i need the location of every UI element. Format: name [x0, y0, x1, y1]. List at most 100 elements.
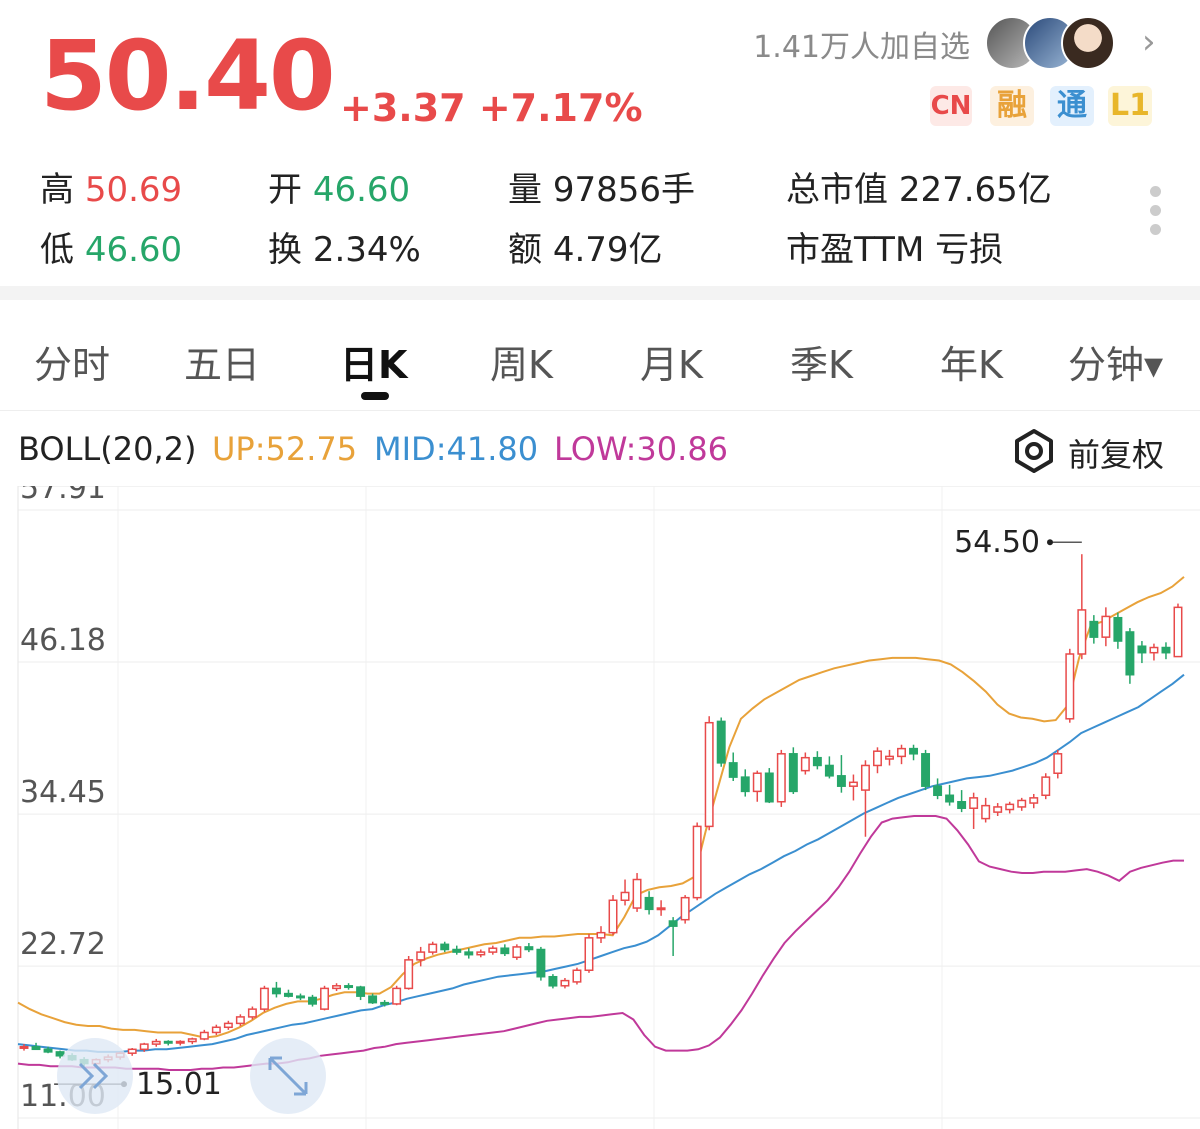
stat-volume-label: 量 [508, 170, 542, 210]
candle-body [776, 753, 786, 803]
candle-body [452, 948, 462, 953]
candle-body [175, 1040, 185, 1044]
candle-body [1017, 799, 1027, 808]
y-tick-label: 57.91 [20, 486, 106, 506]
candle-body [584, 937, 594, 971]
candle-body [139, 1043, 149, 1051]
candle-body [199, 1031, 209, 1040]
candle-body [392, 987, 402, 1005]
max-price-label: 54.50 [954, 525, 1040, 560]
candle-body [428, 943, 438, 953]
tab-minute[interactable]: 分钟▾ [1068, 334, 1163, 389]
candle-body [1005, 803, 1015, 811]
candle-body [151, 1040, 161, 1045]
scroll-left-button[interactable] [57, 1038, 133, 1114]
section-divider [0, 286, 1200, 300]
change-amount: +3.37 [340, 86, 466, 130]
candle-body [1029, 797, 1039, 804]
candle-body [933, 785, 943, 797]
candle-body [897, 747, 906, 758]
candle-body [476, 951, 486, 956]
candle-body [19, 1045, 29, 1049]
candle-body [620, 891, 630, 902]
stat-pe-label: 市盈TTM [786, 230, 925, 270]
stat-high: 高 50.69 [40, 162, 182, 211]
stat-amount-label: 额 [508, 230, 542, 270]
candle-body [356, 986, 366, 997]
badge-margin[interactable]: 融 [990, 86, 1034, 126]
candle-body [223, 1022, 233, 1029]
candle-body [488, 947, 498, 953]
candle-body [512, 946, 522, 959]
tab-weekly-k[interactable]: 周K [490, 334, 553, 389]
candle-body [55, 1051, 65, 1057]
candle-body [524, 946, 534, 951]
stat-turnover-value: 2.34% [312, 230, 421, 270]
candle-body [404, 959, 414, 990]
candle-body [344, 985, 354, 989]
candle-body [668, 920, 678, 927]
candle-body [812, 756, 822, 767]
candle-body [680, 896, 690, 921]
candle-body [572, 969, 582, 983]
adjust-mode[interactable]: 前复权 [1068, 430, 1164, 476]
more-icon[interactable] [1150, 186, 1162, 243]
candle-body [235, 1016, 245, 1025]
candle-body [644, 896, 654, 911]
tab-monthly-k[interactable]: 月K [640, 334, 703, 389]
y-tick-label: 34.45 [20, 775, 106, 810]
price-change: +3.37 +7.17% [340, 86, 643, 130]
tab-intraday[interactable]: 分时 [34, 334, 110, 389]
stat-volume-value: 97856手 [552, 170, 695, 210]
indicator-mid: MID:41.80 [374, 430, 539, 468]
kline-chart[interactable]: 57.9146.1834.4522.7211.0054.5015.01 [0, 486, 1200, 1129]
active-tab-indicator [361, 392, 389, 400]
candle-body [1041, 776, 1051, 797]
indicator-name[interactable]: BOLL(20,2) [18, 430, 196, 468]
tab-five-day[interactable]: 五日 [184, 334, 260, 389]
candle-body [848, 781, 858, 787]
stat-open: 开 46.60 [268, 162, 410, 211]
chevron-right-icon[interactable]: › [1142, 22, 1156, 62]
candle-body [993, 806, 1003, 813]
candle-body [788, 753, 798, 793]
badge-connect[interactable]: 通 [1050, 86, 1094, 126]
stat-turnover-label: 换 [268, 230, 302, 270]
candle-body [332, 985, 342, 990]
candle-body [560, 979, 570, 987]
candle-body [1149, 646, 1159, 654]
candle-body [31, 1045, 41, 1051]
stat-volume: 量 97856手 [508, 162, 695, 211]
follower-count[interactable]: 1.41万人加自选 [753, 22, 970, 66]
candle-body [872, 750, 882, 767]
tab-yearly-k[interactable]: 年K [940, 334, 1003, 389]
candle-body [824, 764, 834, 777]
candle-body [187, 1038, 197, 1043]
candle-body [296, 995, 305, 999]
candle-body [43, 1048, 53, 1053]
tab-quarterly-k[interactable]: 季K [790, 334, 853, 389]
avatar [1061, 16, 1115, 70]
badge-cn[interactable]: CN [930, 86, 972, 126]
stat-market-cap-label: 总市值 [786, 170, 888, 210]
max-marker-dot [1047, 539, 1053, 546]
candle-body [1089, 620, 1099, 638]
candle-body [247, 1008, 257, 1018]
candle-body [1101, 615, 1111, 638]
candle-body [1173, 606, 1183, 658]
candle-body [1053, 753, 1063, 774]
candle-body [127, 1048, 137, 1054]
candle-body [440, 943, 450, 951]
candle-body [1125, 631, 1135, 676]
candle-body [1161, 646, 1171, 654]
candle-body [752, 772, 762, 793]
badge-level1[interactable]: L1 [1108, 86, 1152, 126]
settings-hex-icon[interactable] [1010, 427, 1058, 475]
candle-body [885, 755, 894, 760]
tab-daily-k[interactable]: 日K [340, 334, 407, 389]
candle-body [259, 987, 269, 1010]
follower-avatars[interactable] [985, 16, 1125, 70]
candle-body [836, 775, 846, 787]
candle-body [308, 996, 317, 1005]
candle-body [163, 1040, 173, 1044]
